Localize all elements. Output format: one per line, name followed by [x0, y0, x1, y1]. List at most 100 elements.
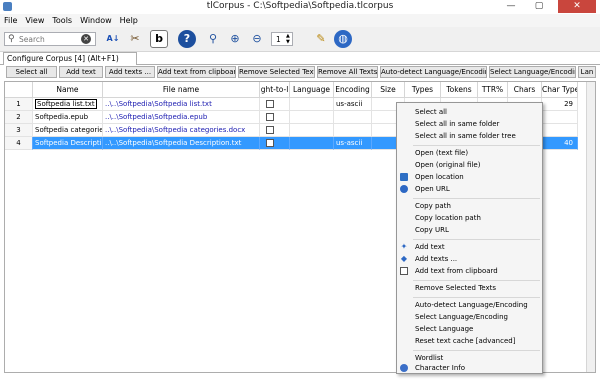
globe-icon[interactable]: ◍	[334, 30, 352, 48]
tools-icon[interactable]: ✂	[126, 30, 144, 48]
maximize-button[interactable]: ▢	[526, 0, 552, 13]
menu-separator	[413, 145, 540, 146]
row-number: 3	[5, 124, 33, 137]
cell-name[interactable]: Softpedia Description...	[33, 137, 103, 150]
zoom-out-icon[interactable]: ⊖	[248, 30, 266, 48]
column-header-right-to-left[interactable]: ght-to-l	[260, 82, 290, 98]
cell-language[interactable]	[290, 111, 334, 124]
cell-encoding[interactable]: us-ascii	[334, 137, 372, 150]
cell-language[interactable]	[290, 137, 334, 150]
cell-file-name[interactable]: ..\..\Softpedia\Softpedia Description.tx…	[103, 137, 260, 150]
menu-item-label: Select all in same folder	[415, 120, 500, 128]
zoom-stepper[interactable]: 1 ▲ ▼	[271, 32, 293, 46]
select-all-button[interactable]: Select all	[6, 66, 57, 78]
menu-item-copy-url[interactable]: Copy URL	[397, 224, 542, 236]
row-number: 2	[5, 111, 33, 124]
column-header-encoding[interactable]: Encoding	[334, 82, 372, 98]
cell-char-types	[542, 111, 578, 124]
menu-item-character-info[interactable]: Character Info	[397, 362, 542, 374]
rtl-checkbox[interactable]	[266, 139, 274, 147]
menu-item-label: Open (text file)	[415, 149, 469, 157]
menu-item-reset-text-cache[interactable]: Reset text cache [advanced]	[397, 335, 542, 347]
menu-item-label: Character Info	[415, 364, 466, 372]
menu-file[interactable]: File	[0, 14, 21, 26]
rtl-checkbox[interactable]	[266, 113, 274, 121]
menu-item-copy-path[interactable]: Copy path	[397, 200, 542, 212]
menu-item-add-text[interactable]: ✦ Add text	[397, 241, 542, 253]
menu-item-select-all[interactable]: Select all	[397, 106, 542, 118]
help-icon[interactable]: ?	[178, 30, 196, 48]
menu-separator	[413, 239, 540, 240]
rtl-checkbox[interactable]	[266, 100, 274, 108]
cell-rtl	[260, 111, 290, 124]
cell-char-types: 29	[542, 98, 578, 111]
add-text-from-clipboard-button[interactable]: Add text from clipboard	[157, 66, 236, 78]
cell-encoding[interactable]	[334, 111, 372, 124]
menu-item-open-original-file[interactable]: Open (original file)	[397, 159, 542, 171]
menu-window[interactable]: Window	[76, 14, 116, 26]
cell-language[interactable]	[290, 124, 334, 137]
cell-name[interactable]: Softpedia list.txt	[33, 98, 103, 111]
cell-name[interactable]: Softpedia categories d...	[33, 124, 103, 137]
auto-detect-language-button[interactable]: Auto-detect Language/Encoding	[380, 66, 487, 78]
row-number: 4	[5, 137, 33, 150]
menu-item-label: Select all	[415, 108, 447, 116]
column-header-ttr[interactable]: TTR%	[478, 82, 508, 98]
menu-item-label: Copy path	[415, 202, 451, 210]
menu-item-label: Open (original file)	[415, 161, 481, 169]
menu-item-auto-detect[interactable]: Auto-detect Language/Encoding	[397, 299, 542, 311]
add-text-button[interactable]: Add text	[59, 66, 103, 78]
menu-item-select-language[interactable]: Select Language	[397, 323, 542, 335]
menu-item-open-text-file[interactable]: Open (text file)	[397, 147, 542, 159]
cell-file-name[interactable]: ..\..\Softpedia\Softpedia list.txt	[103, 98, 260, 111]
menu-item-select-language-encoding[interactable]: Select Language/Encoding	[397, 311, 542, 323]
cell-file-name[interactable]: ..\..\Softpedia\Softpedia categories.doc…	[103, 124, 260, 137]
stepper-arrows-icon[interactable]: ▲ ▼	[286, 33, 290, 45]
menu-item-copy-location-path[interactable]: Copy location path	[397, 212, 542, 224]
zoom-in-icon[interactable]: ⊕	[226, 30, 244, 48]
cell-char-types	[542, 124, 578, 137]
minimize-button[interactable]: —	[498, 0, 524, 13]
column-header-tokens[interactable]: Tokens	[441, 82, 478, 98]
language-button[interactable]: Lan	[578, 66, 596, 78]
cell-language[interactable]	[290, 98, 334, 111]
menu-item-select-all-same-folder[interactable]: Select all in same folder	[397, 118, 542, 130]
column-header-file-name[interactable]: File name	[103, 82, 260, 98]
tab-configure-corpus[interactable]: Configure Corpus [4] (Alt+F1)	[3, 52, 137, 65]
column-header-language[interactable]: Language	[290, 82, 334, 98]
menu-item-label: Add texts ...	[415, 255, 458, 263]
menu-item-open-url[interactable]: Open URL	[397, 183, 542, 195]
menu-help[interactable]: Help	[116, 14, 142, 26]
cell-name[interactable]: Softpedia.epub	[33, 111, 103, 124]
sort-az-icon[interactable]: A↓	[104, 30, 122, 48]
clear-search-icon[interactable]: ✕	[81, 34, 91, 44]
menu-item-remove-selected-texts[interactable]: Remove Selected Texts	[397, 282, 542, 294]
search-input[interactable]	[19, 34, 77, 44]
cell-encoding[interactable]	[334, 124, 372, 137]
menu-tools[interactable]: Tools	[48, 14, 76, 26]
add-texts-button[interactable]: Add texts ...	[105, 66, 155, 78]
select-language-encoding-button[interactable]: Select Language/Encoding	[489, 66, 576, 78]
cell-file-name[interactable]: ..\..\Softpedia\Softpedia.epub	[103, 111, 260, 124]
format-b-icon[interactable]: b	[150, 30, 168, 48]
column-header-size[interactable]: Size	[372, 82, 405, 98]
close-button[interactable]: ✕	[558, 0, 596, 13]
remove-selected-texts-button[interactable]: Remove Selected Texts	[238, 66, 315, 78]
menu-item-select-all-same-folder-tree[interactable]: Select all in same folder tree	[397, 130, 542, 142]
menu-item-open-location[interactable]: Open location	[397, 171, 542, 183]
menu-separator	[413, 297, 540, 298]
zoom-icon[interactable]: ⚲	[204, 30, 222, 48]
column-header-char-types[interactable]: Char Type	[542, 82, 578, 98]
cell-encoding[interactable]: us-ascii	[334, 98, 372, 111]
menu-item-add-texts[interactable]: ◆ Add texts ...	[397, 253, 542, 265]
search-box[interactable]: ⚲ ✕	[4, 32, 96, 46]
column-header-chars[interactable]: Chars	[508, 82, 542, 98]
notepad-icon[interactable]: ✎	[312, 30, 330, 48]
column-header-name[interactable]: Name	[33, 82, 103, 98]
column-header-types[interactable]: Types	[405, 82, 441, 98]
remove-all-texts-button[interactable]: Remove All Texts	[317, 66, 378, 78]
cell-rtl	[260, 124, 290, 137]
menu-view[interactable]: View	[21, 14, 48, 26]
rtl-checkbox[interactable]	[266, 126, 274, 134]
menu-item-add-text-from-clipboard[interactable]: Add text from clipboard	[397, 265, 542, 277]
